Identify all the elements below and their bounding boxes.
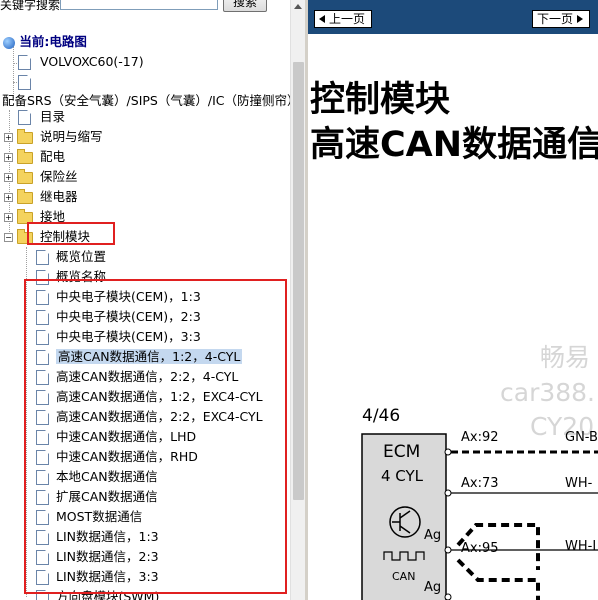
tree-item-label: 继电器 [39, 189, 78, 204]
tree-item-label: 保险丝 [39, 169, 78, 184]
diagram-viewer-pane: 上一页 下一页 控制模块 高速CAN数据通信 畅易 car388. CY20 4… [308, 0, 598, 600]
tree-item-label: 目录 [39, 109, 65, 124]
scroll-up-icon[interactable] [294, 4, 302, 9]
tree-item-label: 配电 [39, 149, 65, 164]
expand-icon[interactable]: + [4, 153, 13, 162]
can-label: CAN [392, 570, 416, 583]
tree-item-label: 配备SRS（安全气囊）/SIPS（气囊）/IC（防撞侧帘） [2, 93, 290, 108]
pin-label: Ax:95 [461, 541, 499, 556]
tree-item-fuses[interactable]: + 保险丝 [4, 167, 77, 187]
pin-label: Ax:92 [461, 430, 499, 445]
expand-icon[interactable]: + [4, 133, 13, 142]
collapse-icon[interactable]: − [4, 233, 13, 242]
wire-color-label: WH-I [565, 539, 597, 554]
pin-label: Ax:73 [461, 476, 499, 491]
search-input[interactable] [60, 0, 218, 10]
folder-icon [16, 128, 33, 144]
ecm-sub-label: 4 CYL [381, 467, 424, 485]
expand-icon[interactable]: + [4, 193, 13, 202]
folder-icon [16, 188, 33, 204]
expand-icon[interactable]: + [4, 213, 13, 222]
tree-item-label: VOLVOXC60(-17) [39, 54, 144, 69]
tree-child-label: 概览位置 [56, 249, 107, 264]
wiring-diagram [361, 433, 598, 600]
tree-item-abbreviations[interactable]: + 说明与缩写 [4, 127, 102, 147]
scrollbar-thumb[interactable] [293, 62, 304, 500]
search-button[interactable]: 搜索 [223, 0, 267, 12]
search-label: 关键字搜索 [0, 0, 61, 12]
document-icon [36, 250, 49, 265]
highlight-box-list [24, 279, 287, 594]
highlight-box-folder [27, 222, 115, 245]
document-icon [18, 55, 31, 70]
tree-item-label: 说明与缩写 [39, 129, 103, 144]
tree-item-power-distribution[interactable]: + 配电 [4, 147, 65, 167]
ag-label: Ag [424, 528, 442, 543]
globe-icon [3, 36, 15, 49]
navigation-tree-pane: 关键字搜索 搜索 当前:电路图 VOLVOXC60(-17) 配备SRS（安全气… [0, 0, 290, 600]
tree-scrollbar[interactable] [290, 0, 306, 600]
wire-color-label: GN-B [565, 430, 598, 445]
tree-item-config-icon[interactable] [18, 72, 31, 92]
folder-icon [16, 148, 33, 164]
document-icon [18, 110, 31, 125]
tree-item-toc[interactable]: 目录 [18, 107, 65, 127]
wire-color-label: WH- [565, 476, 593, 491]
tree-item-model[interactable]: VOLVOXC60(-17) [18, 52, 144, 72]
ag-label: Ag [424, 580, 442, 595]
tree-child-item[interactable]: 概览位置 [36, 247, 106, 267]
ecm-label: ECM [383, 442, 421, 462]
expand-icon[interactable]: + [4, 173, 13, 182]
document-icon [18, 75, 31, 90]
search-row: 关键字搜索 搜索 [0, 0, 290, 15]
folder-icon [16, 168, 33, 184]
tree-root-label: 当前:电路图 [19, 34, 87, 49]
tree-root-current[interactable]: 当前:电路图 [3, 32, 87, 52]
tree-item-relays[interactable]: + 继电器 [4, 187, 77, 207]
